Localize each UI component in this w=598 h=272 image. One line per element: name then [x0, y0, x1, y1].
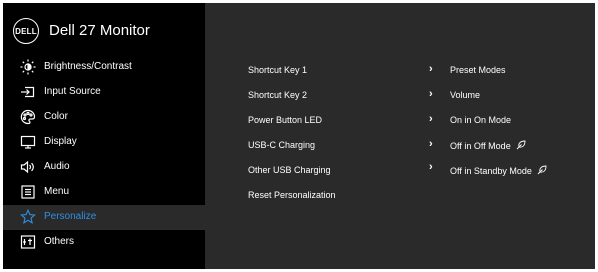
sidebar-item-label: Audio	[44, 161, 70, 172]
setting-value: On in On Mode	[450, 115, 511, 125]
chevron-right-icon: ›	[429, 138, 433, 150]
osd-header: DELL Dell 27 Monitor	[3, 3, 205, 53]
setting-row-shortcut-key-2[interactable]: Shortcut Key 2 › Volume	[205, 83, 595, 108]
dell-logo: DELL	[13, 18, 39, 44]
setting-value: Off in Off Mode	[450, 140, 526, 152]
dell-logo-text: DELL	[15, 26, 37, 36]
sidebar-item-label: Menu	[44, 186, 70, 197]
sidebar-item-label: Input Source	[44, 86, 101, 97]
chevron-right-icon: ›	[429, 63, 433, 75]
setting-row-reset-personalization[interactable]: Reset Personalization	[205, 183, 595, 208]
sidebar-item-label: Others	[44, 236, 75, 247]
brightness-icon	[20, 59, 36, 75]
chevron-right-icon: ›	[429, 161, 433, 173]
setting-label: Shortcut Key 1	[248, 65, 308, 75]
setting-value-text: Off in Off Mode	[450, 141, 511, 151]
setting-value: Off in Standby Mode	[450, 165, 547, 177]
sidebar-item-label: Brightness/Contrast	[44, 61, 132, 72]
sidebar-item-brightness-contrast[interactable]: Brightness/Contrast	[3, 55, 205, 80]
monitor-osd-window: DELL Dell 27 Monitor Brightness/Contrast	[3, 3, 595, 269]
setting-row-usb-c-charging[interactable]: USB-C Charging › Off in Off Mode	[205, 133, 595, 158]
sidebar-item-personalize[interactable]: Personalize	[3, 205, 205, 230]
others-icon	[20, 234, 36, 250]
monitor-title: Dell 27 Monitor	[49, 22, 150, 39]
display-icon	[20, 134, 36, 150]
setting-value-text: Preset Modes	[450, 65, 506, 75]
setting-label: USB-C Charging	[248, 140, 316, 150]
color-palette-icon	[20, 109, 36, 125]
setting-label: Power Button LED	[248, 115, 323, 125]
sidebar-item-label: Color	[44, 111, 68, 122]
setting-row-power-button-led[interactable]: Power Button LED › On in On Mode	[205, 108, 595, 133]
star-icon	[20, 209, 36, 225]
menu-icon	[20, 184, 36, 200]
sidebar-item-menu[interactable]: Menu	[3, 180, 205, 205]
sidebar-item-audio[interactable]: Audio	[3, 155, 205, 180]
setting-value: Volume	[450, 90, 480, 100]
setting-value-text: Volume	[450, 90, 481, 100]
input-source-icon	[20, 84, 36, 100]
setting-row-other-usb-charging[interactable]: Other USB Charging › Off in Standby Mode	[205, 158, 595, 183]
sidebar-item-input-source[interactable]: Input Source	[3, 80, 205, 105]
sidebar-item-color[interactable]: Color	[3, 105, 205, 130]
setting-value-text: Off in Standby Mode	[450, 166, 532, 176]
setting-label: Other USB Charging	[248, 165, 331, 175]
chevron-right-icon: ›	[429, 88, 433, 100]
sidebar-item-others[interactable]: Others	[3, 230, 205, 255]
speaker-icon	[20, 159, 36, 175]
sidebar-item-label: Personalize	[44, 211, 97, 222]
setting-row-shortcut-key-1[interactable]: Shortcut Key 1 › Preset Modes	[205, 58, 595, 83]
sidebar: DELL Dell 27 Monitor Brightness/Contrast	[3, 3, 205, 269]
setting-value-text: On in On Mode	[450, 115, 512, 125]
sidebar-item-display[interactable]: Display	[3, 130, 205, 155]
eco-leaf-icon	[516, 140, 526, 152]
eco-leaf-icon	[537, 165, 547, 177]
sidebar-item-label: Display	[44, 136, 77, 147]
setting-value: Preset Modes	[450, 65, 506, 75]
setting-label: Shortcut Key 2	[248, 90, 308, 100]
chevron-right-icon: ›	[429, 113, 433, 125]
setting-label: Reset Personalization	[248, 190, 336, 200]
